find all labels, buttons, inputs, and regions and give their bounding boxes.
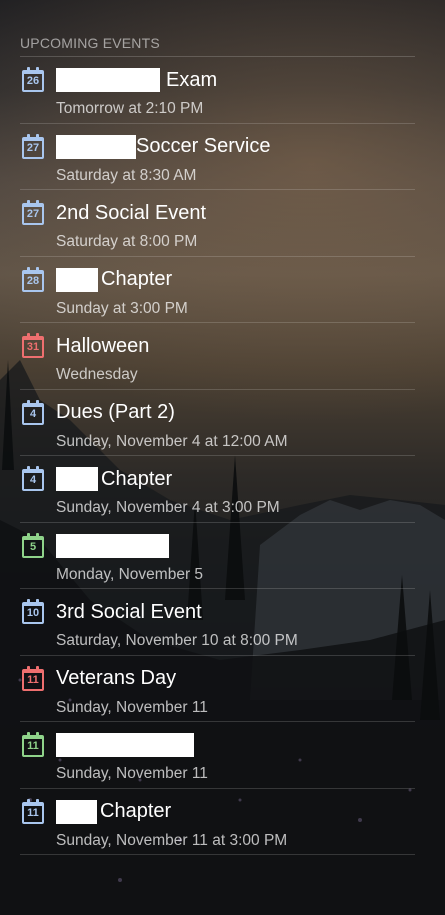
redaction-block — [56, 733, 194, 757]
calendar-icon: 11 — [22, 798, 44, 824]
event-item[interactable]: 27 Soccer Service Saturday at 8:30 AM — [20, 124, 415, 190]
event-title — [56, 732, 194, 758]
event-time: Wednesday — [56, 366, 138, 383]
event-item[interactable]: 11 Sunday, November 11 — [20, 722, 415, 789]
event-time: Sunday, November 4 at 3:00 PM — [56, 499, 280, 516]
redaction-block — [56, 799, 97, 824]
redaction-block — [56, 68, 160, 92]
event-item[interactable]: 11 Chapter Sunday, November 11 at 3:00 PM — [20, 789, 415, 855]
event-item[interactable]: 4 Dues (Part 2) Sunday, November 4 at 12:0… — [20, 390, 415, 456]
event-title: Veterans Day — [56, 666, 176, 692]
event-title-text: Chapter — [100, 800, 172, 822]
event-title: Dues (Part 2) — [56, 400, 175, 426]
event-title: Chapter — [56, 267, 172, 293]
calendar-icon: 4 — [22, 466, 44, 491]
event-time: Saturday, November 10 at 8:00 PM — [56, 632, 298, 649]
event-title-text: Chapter — [101, 467, 173, 490]
event-item[interactable]: 5 Monday, November 5 — [20, 523, 415, 589]
redaction-block — [56, 533, 169, 558]
event-time: Saturday at 8:30 AM — [56, 166, 197, 184]
event-title-text: Soccer Service — [136, 135, 271, 157]
event-item[interactable]: 4 Chapter Sunday, November 4 at 3:00 PM — [20, 456, 415, 523]
event-title: Chapter — [56, 466, 172, 492]
event-time: Sunday, November 11 — [56, 765, 208, 782]
event-title: 2nd Social Event — [56, 200, 206, 226]
calendar-icon: 4 — [22, 399, 44, 425]
widget-header: UPCOMING EVENTS — [20, 30, 415, 57]
calendar-icon: 28 — [22, 266, 44, 292]
event-time: Monday, November 5 — [56, 565, 204, 583]
event-title-text: Veterans Day — [56, 667, 177, 689]
event-item[interactable]: 11 Veterans Day Sunday, November 11 — [20, 656, 415, 722]
redaction-block — [56, 467, 98, 491]
calendar-icon: 27 — [22, 200, 44, 225]
event-item[interactable]: 26 Exam Tomorrow at 2:10 PM — [20, 57, 415, 124]
calendar-icon: 11 — [22, 732, 44, 757]
event-title: Exam — [56, 67, 217, 93]
event-item[interactable]: 27 2nd Social Event Saturday at 8:00 PM — [20, 190, 415, 257]
event-time: Sunday, November 11 at 3:00 PM — [56, 831, 288, 849]
event-time: Sunday at 3:00 PM — [56, 299, 188, 317]
event-title: Soccer Service — [56, 134, 271, 160]
event-item[interactable]: 10 3rd Social Event Saturday, November 10 … — [20, 589, 415, 656]
event-item[interactable]: 31 Halloween Wednesday — [20, 323, 415, 390]
event-time: Sunday, November 11 — [56, 698, 208, 716]
event-title-text: Chapter — [101, 268, 173, 290]
calendar-icon: 10 — [22, 599, 44, 624]
event-title: Chapter — [56, 799, 171, 825]
event-title-text: 3rd Social Event — [56, 600, 202, 623]
calendar-icon: 31 — [22, 333, 44, 358]
redaction-block — [56, 267, 98, 292]
event-title — [56, 533, 169, 559]
calendar-icon: 26 — [22, 67, 44, 92]
event-time: Tomorrow at 2:10 PM — [56, 100, 204, 117]
event-item[interactable]: 28 Chapter Sunday at 3:00 PM — [20, 257, 415, 323]
calendar-icon: 11 — [22, 665, 44, 691]
event-time: Sunday, November 4 at 12:00 AM — [56, 432, 288, 450]
event-title: Halloween — [56, 333, 149, 359]
calendar-icon: 5 — [22, 532, 44, 558]
event-title-text: Halloween — [56, 334, 150, 357]
redaction-block — [56, 134, 136, 159]
event-title-text: 2nd Social Event — [56, 201, 207, 224]
event-title-text: Dues (Part 2) — [56, 401, 175, 423]
upcoming-events-widget: UPCOMING EVENTS 26 Exam Tomorrow at 2:10 P… — [20, 30, 415, 855]
event-time: Saturday at 8:00 PM — [56, 233, 198, 250]
calendar-icon: 27 — [22, 133, 44, 159]
event-title: 3rd Social Event — [56, 599, 202, 625]
event-list: 26 Exam Tomorrow at 2:10 PM 27 Soccer Servic… — [20, 57, 415, 855]
event-title-text: Exam — [166, 68, 218, 91]
